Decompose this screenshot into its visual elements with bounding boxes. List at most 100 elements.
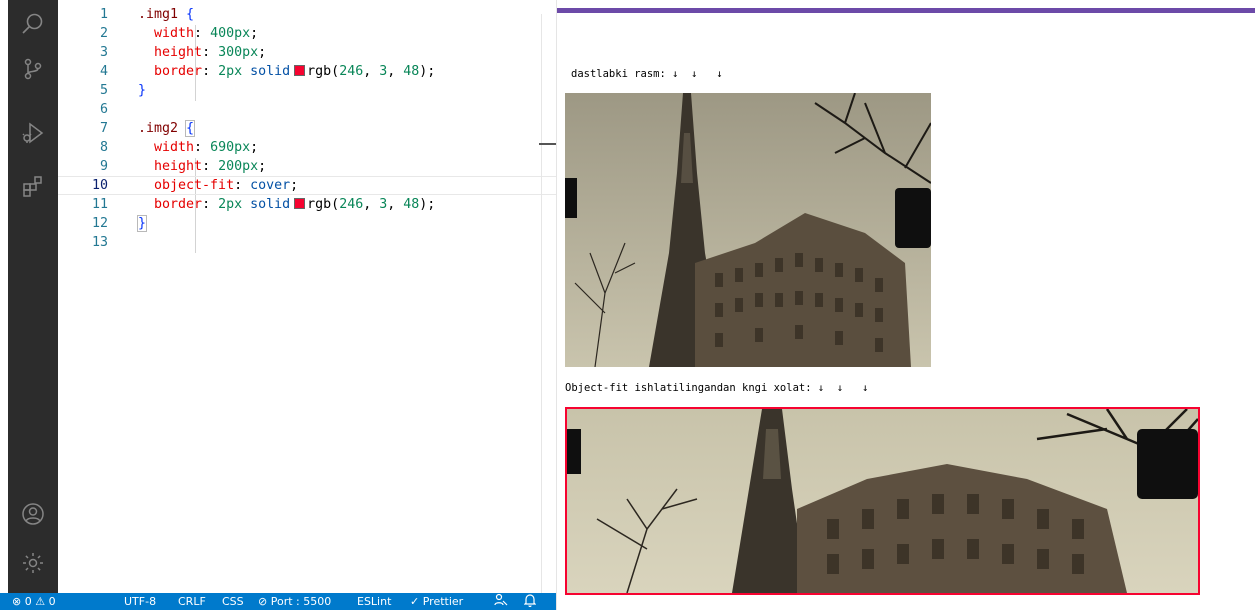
eiffel-street-photo-cropped <box>567 409 1198 593</box>
code-token: ); <box>419 64 436 79</box>
code-token: 48 <box>403 197 420 212</box>
object-fit-photo <box>565 407 1200 595</box>
color-swatch[interactable] <box>294 65 306 76</box>
code-line[interactable]: 10 object-fit: cover; <box>58 176 556 195</box>
line-code[interactable]: border: 2px solid rgb(246, 3, 48); <box>138 62 435 81</box>
eslint-button[interactable]: ESLint <box>357 593 391 610</box>
port-icon: ⊘ <box>258 595 268 608</box>
feedback-icon[interactable] <box>494 593 508 610</box>
code-token: , <box>363 197 380 212</box>
settings-gear-icon[interactable] <box>21 551 45 575</box>
warning-icon: ⚠ <box>35 595 46 608</box>
code-token: 2px <box>218 64 243 79</box>
language-mode-button[interactable]: CSS <box>222 593 244 610</box>
line-code[interactable]: width: 690px; <box>138 138 258 157</box>
eiffel-street-photo <box>565 93 931 367</box>
code-line[interactable]: 13 <box>58 233 556 252</box>
code-token: , <box>387 197 404 212</box>
code-token: width <box>154 140 195 155</box>
problems-indicator[interactable]: ⊗ 0 ⚠ 0 <box>12 593 56 610</box>
line-code[interactable]: border: 2px solid rgb(246, 3, 48); <box>138 195 435 214</box>
line-number: 2 <box>99 26 108 41</box>
code-token: : <box>194 26 211 41</box>
line-code[interactable]: height: 200px; <box>138 157 266 176</box>
code-editor[interactable]: 1 .img1 {2 width: 400px; 3 height: 300px; 4… <box>58 0 556 593</box>
port-label: Port : 5500 <box>270 595 332 608</box>
color-swatch[interactable] <box>294 198 306 209</box>
line-number: 10 <box>91 178 108 193</box>
live-server-port-button[interactable]: ⊘ Port : 5500 <box>258 593 331 610</box>
code-line[interactable]: 7 .img2 { <box>58 119 556 138</box>
line-code[interactable]: width: 400px; <box>138 24 258 43</box>
code-line[interactable]: 8 width: 690px; <box>58 138 556 157</box>
code-line[interactable]: 12} <box>58 214 556 233</box>
search-icon[interactable] <box>21 12 45 36</box>
line-number: 11 <box>91 197 108 212</box>
code-line[interactable]: 2 width: 400px; <box>58 24 556 43</box>
eol-button[interactable]: CRLF <box>178 593 206 610</box>
code-token: ; <box>250 26 259 41</box>
line-code[interactable]: } <box>136 214 148 233</box>
code-line[interactable]: 9 height: 200px; <box>58 157 556 176</box>
line-number: 13 <box>91 235 108 250</box>
code-token: border <box>154 197 203 212</box>
code-token: : <box>202 45 219 60</box>
code-token: 200px <box>218 159 259 174</box>
extensions-icon[interactable] <box>21 174 45 198</box>
error-count: 0 <box>24 595 32 608</box>
code-token: ; <box>290 178 299 193</box>
code-line[interactable]: 3 height: 300px; <box>58 43 556 62</box>
code-line[interactable]: 5} <box>58 81 556 100</box>
browser-preview[interactable]: dastlabki rasm: ↓ ↓ ↓ Object-fit ishlati… <box>557 13 1255 610</box>
warning-count: 0 <box>48 595 56 608</box>
source-control-icon[interactable] <box>21 57 45 81</box>
code-token: 2px <box>218 197 243 212</box>
prettier-label: Prettier <box>422 595 464 608</box>
code-token: ); <box>419 197 436 212</box>
line-number: 6 <box>99 102 108 117</box>
line-code[interactable]: height: 300px; <box>138 43 266 62</box>
code-line[interactable]: 11 border: 2px solid rgb(246, 3, 48); <box>58 195 556 214</box>
code-token: 246 <box>339 64 364 79</box>
line-code[interactable]: } <box>138 81 146 100</box>
activity-bar <box>8 0 58 593</box>
code-token: ; <box>250 140 259 155</box>
code-line[interactable]: 4 border: 2px solid rgb(246, 3, 48); <box>58 62 556 81</box>
code-token: ; <box>258 45 267 60</box>
code-token: rgb( <box>307 64 340 79</box>
encoding-button[interactable]: UTF-8 <box>124 593 156 610</box>
code-token: solid <box>250 64 291 79</box>
code-token: .img2 <box>138 121 179 136</box>
prettier-button[interactable]: ✓ Prettier <box>410 593 463 610</box>
original-photo <box>565 93 931 367</box>
scroll-position-marker[interactable] <box>539 143 556 145</box>
code-line[interactable]: 1 .img1 { <box>58 5 556 24</box>
code-token: } <box>138 83 147 98</box>
code-line[interactable]: 6 <box>58 100 556 119</box>
code-token: cover <box>250 178 291 193</box>
editor-scrollbar[interactable] <box>541 14 542 593</box>
run-debug-icon[interactable] <box>21 121 45 145</box>
line-code[interactable]: .img2 { <box>138 119 196 138</box>
line-code[interactable]: .img1 { <box>138 5 194 24</box>
code-token: : <box>202 197 219 212</box>
code-token: border <box>154 64 203 79</box>
line-number: 5 <box>99 83 108 98</box>
notifications-bell-icon[interactable] <box>523 593 537 610</box>
line-number: 8 <box>99 140 108 155</box>
code-token: : <box>202 64 219 79</box>
status-bar: ⊗ 0 ⚠ 0 UTF-8 CRLF CSS ⊘ Port : 5500 ESL… <box>0 593 556 610</box>
check-icon: ✓ <box>410 595 420 608</box>
code-token: { <box>186 7 195 22</box>
code-token: } <box>136 215 148 232</box>
account-icon[interactable] <box>21 502 45 526</box>
line-code[interactable]: object-fit: cover; <box>138 177 298 194</box>
code-token: 300px <box>218 45 259 60</box>
